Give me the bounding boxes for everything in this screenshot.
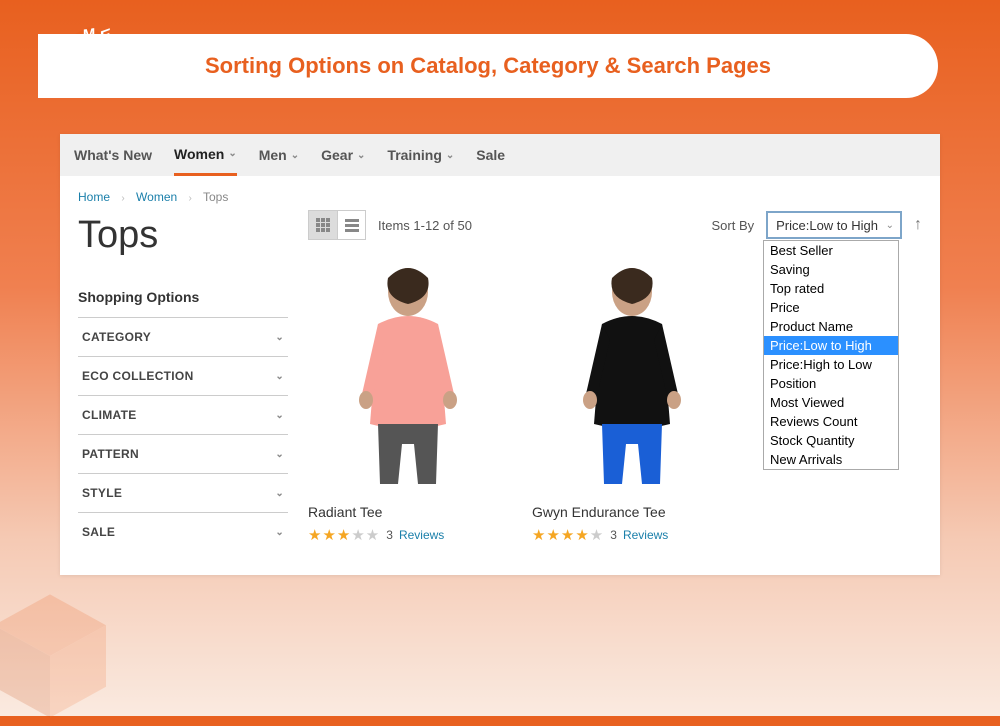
review-count: 3 [610,528,617,542]
chevron-down-icon: ⌄ [275,488,284,499]
chevron-right-icon: › [189,193,192,204]
breadcrumb-current: Tops [203,190,228,204]
review-count: 3 [386,528,393,542]
main-nav: What's New Women ⌄ Men ⌄ Gear ⌄ Training ⌄ Sale [60,134,940,176]
breadcrumb: Home › Women › Tops [60,176,940,210]
chevron-down-icon: ⌄ [275,410,284,421]
star-icon: ★★★★★ [308,526,380,544]
sort-option[interactable]: Price:High to Low [764,355,898,374]
catalog-card: What's New Women ⌄ Men ⌄ Gear ⌄ Training ⌄ Sale H… [60,134,940,575]
nav-label: Training [387,147,441,163]
filter-sale[interactable]: SALE ⌄ [78,512,288,551]
nav-item-training[interactable]: Training ⌄ [387,134,454,176]
product-image [532,254,732,494]
nav-label: Sale [476,147,505,163]
sort-option[interactable]: Saving [764,260,898,279]
sort-option[interactable]: Reviews Count [764,412,898,431]
filter-label: PATTERN [82,447,139,461]
chevron-right-icon: › [121,193,124,204]
product-card[interactable]: Gwyn Endurance Tee ★★★★★ 3 Reviews [532,254,732,544]
sort-option[interactable]: Most Viewed [764,393,898,412]
breadcrumb-women[interactable]: Women [136,190,177,204]
item-counter: Items 1-12 of 50 [378,218,472,233]
nav-label: What's New [74,147,152,163]
product-name: Gwyn Endurance Tee [532,504,732,520]
chevron-down-icon: ⌄ [275,332,284,343]
grid-icon [316,218,330,232]
reviews-link[interactable]: Reviews [623,528,668,542]
grid-view-button[interactable] [309,211,337,239]
sort-option[interactable]: Best Seller [764,241,898,260]
star-icon: ★★★★★ [532,526,604,544]
chevron-down-icon: ⌄ [886,220,894,231]
view-mode-switcher [308,210,366,240]
sort-option[interactable]: Position [764,374,898,393]
product-card[interactable]: Radiant Tee ★★★★★ 3 Reviews [308,254,508,544]
filter-label: SALE [82,525,115,539]
chevron-down-icon: ⌄ [275,371,284,382]
filter-style[interactable]: STYLE ⌄ [78,473,288,512]
nav-item-sale[interactable]: Sale [476,134,505,176]
chevron-down-icon: ⌄ [357,150,365,161]
filter-label: STYLE [82,486,122,500]
nav-item-women[interactable]: Women ⌄ [174,134,237,176]
filter-label: CLIMATE [82,408,137,422]
sort-select[interactable]: Price:Low to High ⌄ [766,211,902,239]
sort-option[interactable]: New Arrivals [764,450,898,469]
toolbar: Items 1-12 of 50 Sort By Price:Low to Hi… [308,210,922,240]
sort-by-label: Sort By [711,218,754,233]
reviews-link[interactable]: Reviews [399,528,444,542]
product-image [308,254,508,494]
filter-pattern[interactable]: PATTERN ⌄ [78,434,288,473]
filter-eco-collection[interactable]: ECO COLLECTION ⌄ [78,356,288,395]
chevron-down-icon: ⌄ [291,150,299,161]
banner: Sorting Options on Catalog, Category & S… [38,34,938,98]
nav-item-men[interactable]: Men ⌄ [259,134,299,176]
nav-item-what-s-new[interactable]: What's New [74,134,152,176]
chevron-down-icon: ⌄ [275,449,284,460]
watermark-logo [0,586,120,726]
nav-label: Men [259,147,287,163]
shopping-options-heading: Shopping Options [78,281,288,317]
sort-selected-value: Price:Low to High [776,218,878,233]
sort-dropdown: Best SellerSavingTop ratedPriceProduct N… [763,240,899,470]
sort-option[interactable]: Stock Quantity [764,431,898,450]
list-icon [345,218,359,232]
chevron-down-icon: ⌄ [228,148,236,159]
list-view-button[interactable] [337,211,365,239]
page-title: Tops [78,214,288,257]
sort-option[interactable]: Price:Low to High [764,336,898,355]
filter-category[interactable]: CATEGORY ⌄ [78,317,288,356]
nav-item-gear[interactable]: Gear ⌄ [321,134,365,176]
banner-title: Sorting Options on Catalog, Category & S… [205,53,771,79]
nav-label: Women [174,146,224,162]
product-name: Radiant Tee [308,504,508,520]
chevron-down-icon: ⌄ [275,527,284,538]
chevron-down-icon: ⌄ [446,150,454,161]
sort-direction-button[interactable]: ↑ [914,216,922,234]
product-rating: ★★★★★ 3 Reviews [308,526,508,544]
filter-label: CATEGORY [82,330,151,344]
sort-option[interactable]: Product Name [764,317,898,336]
sort-option[interactable]: Top rated [764,279,898,298]
breadcrumb-home[interactable]: Home [78,190,110,204]
filter-label: ECO COLLECTION [82,369,194,383]
nav-label: Gear [321,147,353,163]
product-rating: ★★★★★ 3 Reviews [532,526,732,544]
filter-climate[interactable]: CLIMATE ⌄ [78,395,288,434]
sidebar: Tops Shopping Options CATEGORY⌄ECO COLLE… [78,210,288,551]
sort-option[interactable]: Price [764,298,898,317]
